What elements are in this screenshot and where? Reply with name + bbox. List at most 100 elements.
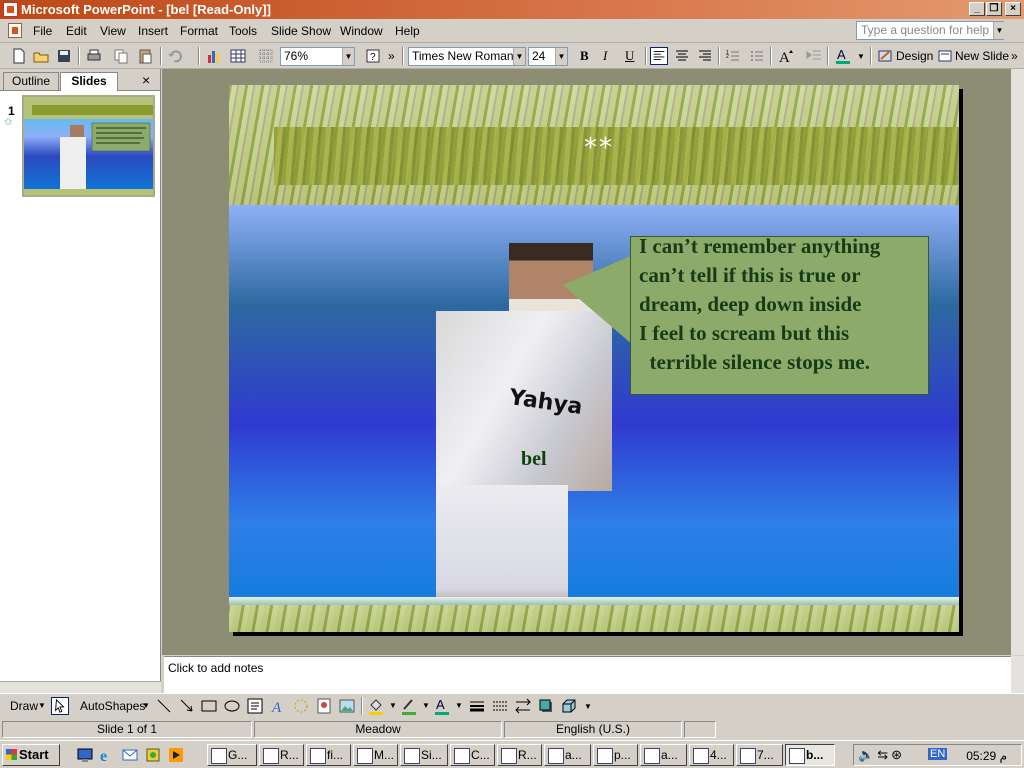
powerpoint-app-icon[interactable]: [3, 2, 18, 17]
taskbar-item[interactable]: G...: [207, 744, 257, 766]
menu-help[interactable]: Help: [395, 24, 420, 38]
notes-pane[interactable]: Click to add notes: [164, 656, 1011, 693]
taskbar-item[interactable]: Si...: [400, 744, 448, 766]
toolbar-options-icon[interactable]: »: [388, 49, 395, 63]
media-player-icon[interactable]: [167, 746, 185, 764]
menu-tools[interactable]: Tools: [229, 24, 257, 38]
fill-color-icon[interactable]: [367, 697, 385, 715]
chevron-down-icon[interactable]: ▼: [555, 48, 567, 65]
toolbar-options-icon[interactable]: ▼: [584, 702, 592, 711]
line-style-icon[interactable]: [468, 697, 486, 715]
new-document-icon[interactable]: [10, 47, 28, 65]
taskbar-item[interactable]: M...: [353, 744, 398, 766]
vertical-scrollbar[interactable]: [1011, 69, 1024, 655]
taskbar-item[interactable]: 7...: [736, 744, 783, 766]
underline-button[interactable]: U: [625, 48, 634, 64]
design-icon[interactable]: [876, 47, 894, 65]
clip-art-icon[interactable]: [315, 697, 333, 715]
chevron-down-icon[interactable]: ▼: [455, 701, 463, 710]
copy-icon[interactable]: [112, 47, 130, 65]
open-folder-icon[interactable]: [32, 47, 50, 65]
callout-text[interactable]: I can’t remember anything can’t tell if …: [639, 232, 939, 377]
paste-icon[interactable]: [136, 47, 154, 65]
tray-icons[interactable]: 🔈⇆⊛: [858, 747, 905, 763]
italic-button[interactable]: I: [603, 48, 607, 64]
menu-edit[interactable]: Edit: [66, 24, 87, 38]
insert-chart-icon[interactable]: [205, 47, 223, 65]
taskbar-item[interactable]: a...: [640, 744, 687, 766]
restore-button[interactable]: ❐: [986, 2, 1002, 16]
menu-file[interactable]: File: [33, 24, 52, 38]
font-size-select[interactable]: 24 ▼: [528, 47, 568, 66]
show-desktop-icon[interactable]: [76, 746, 94, 764]
bulleted-list-icon[interactable]: [748, 47, 766, 65]
help-dropdown-icon[interactable]: ▼: [993, 22, 1005, 39]
rectangle-tool-icon[interactable]: [200, 697, 218, 715]
menu-view[interactable]: View: [100, 24, 126, 38]
draw-font-color-icon[interactable]: A: [433, 697, 451, 715]
security-icon[interactable]: ⊛: [891, 747, 905, 762]
decrease-indent-icon[interactable]: [805, 47, 823, 65]
new-slide-button[interactable]: New Slide: [955, 49, 1009, 63]
font-color-icon[interactable]: A: [834, 47, 852, 65]
chevron-down-icon[interactable]: ▼: [422, 701, 430, 710]
caption-text[interactable]: bel: [521, 448, 547, 471]
chevron-down-icon[interactable]: ▼: [142, 701, 150, 710]
design-button[interactable]: Design: [896, 49, 933, 63]
dash-style-icon[interactable]: [491, 697, 509, 715]
quicklaunch-app-icon[interactable]: [144, 746, 162, 764]
taskbar-item-active[interactable]: b...: [785, 744, 835, 766]
outlook-icon[interactable]: [121, 746, 139, 764]
document-icon[interactable]: [8, 23, 22, 38]
taskbar-item[interactable]: R...: [259, 744, 304, 766]
taskbar-item[interactable]: fi...: [306, 744, 351, 766]
tab-slides[interactable]: Slides: [60, 72, 118, 91]
network-icon[interactable]: ⇆: [877, 747, 891, 762]
close-pane-icon[interactable]: ×: [142, 72, 150, 88]
align-right-icon[interactable]: [696, 47, 714, 65]
taskbar-item[interactable]: 4...: [689, 744, 734, 766]
chevron-down-icon[interactable]: ▼: [342, 48, 354, 65]
3d-style-icon[interactable]: [560, 697, 578, 715]
help-search-input[interactable]: Type a question for help: [856, 21, 1004, 40]
bold-button[interactable]: B: [580, 48, 589, 64]
internet-explorer-icon[interactable]: e: [98, 746, 116, 764]
taskbar-item[interactable]: C...: [450, 744, 495, 766]
chevron-down-icon[interactable]: ▼: [389, 701, 397, 710]
menu-insert[interactable]: Insert: [138, 24, 168, 38]
menu-slide-show[interactable]: Slide Show: [271, 24, 331, 38]
taskbar-item[interactable]: p...: [593, 744, 638, 766]
menu-window[interactable]: Window: [340, 24, 383, 38]
show-grid-icon[interactable]: [257, 47, 275, 65]
shadow-style-icon[interactable]: [537, 697, 555, 715]
minimize-button[interactable]: _: [969, 2, 985, 16]
wordart-icon[interactable]: A: [269, 697, 287, 715]
save-icon[interactable]: [55, 47, 73, 65]
text-box-icon[interactable]: [246, 697, 264, 715]
chevron-down-icon[interactable]: ▼: [38, 701, 46, 710]
tab-outline[interactable]: Outline: [3, 72, 59, 91]
insert-picture-icon[interactable]: [338, 697, 356, 715]
font-color-dropdown-icon[interactable]: ▼: [857, 52, 865, 61]
font-name-select[interactable]: Times New Roman ▼: [408, 47, 526, 66]
close-button[interactable]: ×: [1005, 2, 1021, 16]
diagram-icon[interactable]: [292, 697, 310, 715]
increase-font-size-icon[interactable]: A: [777, 47, 795, 65]
insert-table-icon[interactable]: [229, 47, 247, 65]
slide-thumbnail[interactable]: [22, 95, 155, 197]
align-left-icon[interactable]: [650, 47, 668, 65]
menu-format[interactable]: Format: [180, 24, 218, 38]
taskbar-item[interactable]: R...: [497, 744, 542, 766]
volume-icon[interactable]: 🔈: [858, 747, 877, 762]
line-tool-icon[interactable]: [155, 697, 173, 715]
slide-title[interactable]: **: [584, 133, 614, 163]
print-icon[interactable]: [85, 47, 103, 65]
oval-tool-icon[interactable]: [223, 697, 241, 715]
slide-canvas[interactable]: ** Yahya bel I can’t remember anything c…: [229, 85, 959, 632]
help-icon[interactable]: ?: [364, 47, 382, 65]
notes-placeholder[interactable]: Click to add notes: [168, 661, 263, 675]
numbered-list-icon[interactable]: 12: [724, 47, 742, 65]
clock[interactable]: 05:29 م: [966, 749, 1007, 763]
select-pointer-icon[interactable]: [51, 697, 69, 715]
line-color-icon[interactable]: [400, 697, 418, 715]
